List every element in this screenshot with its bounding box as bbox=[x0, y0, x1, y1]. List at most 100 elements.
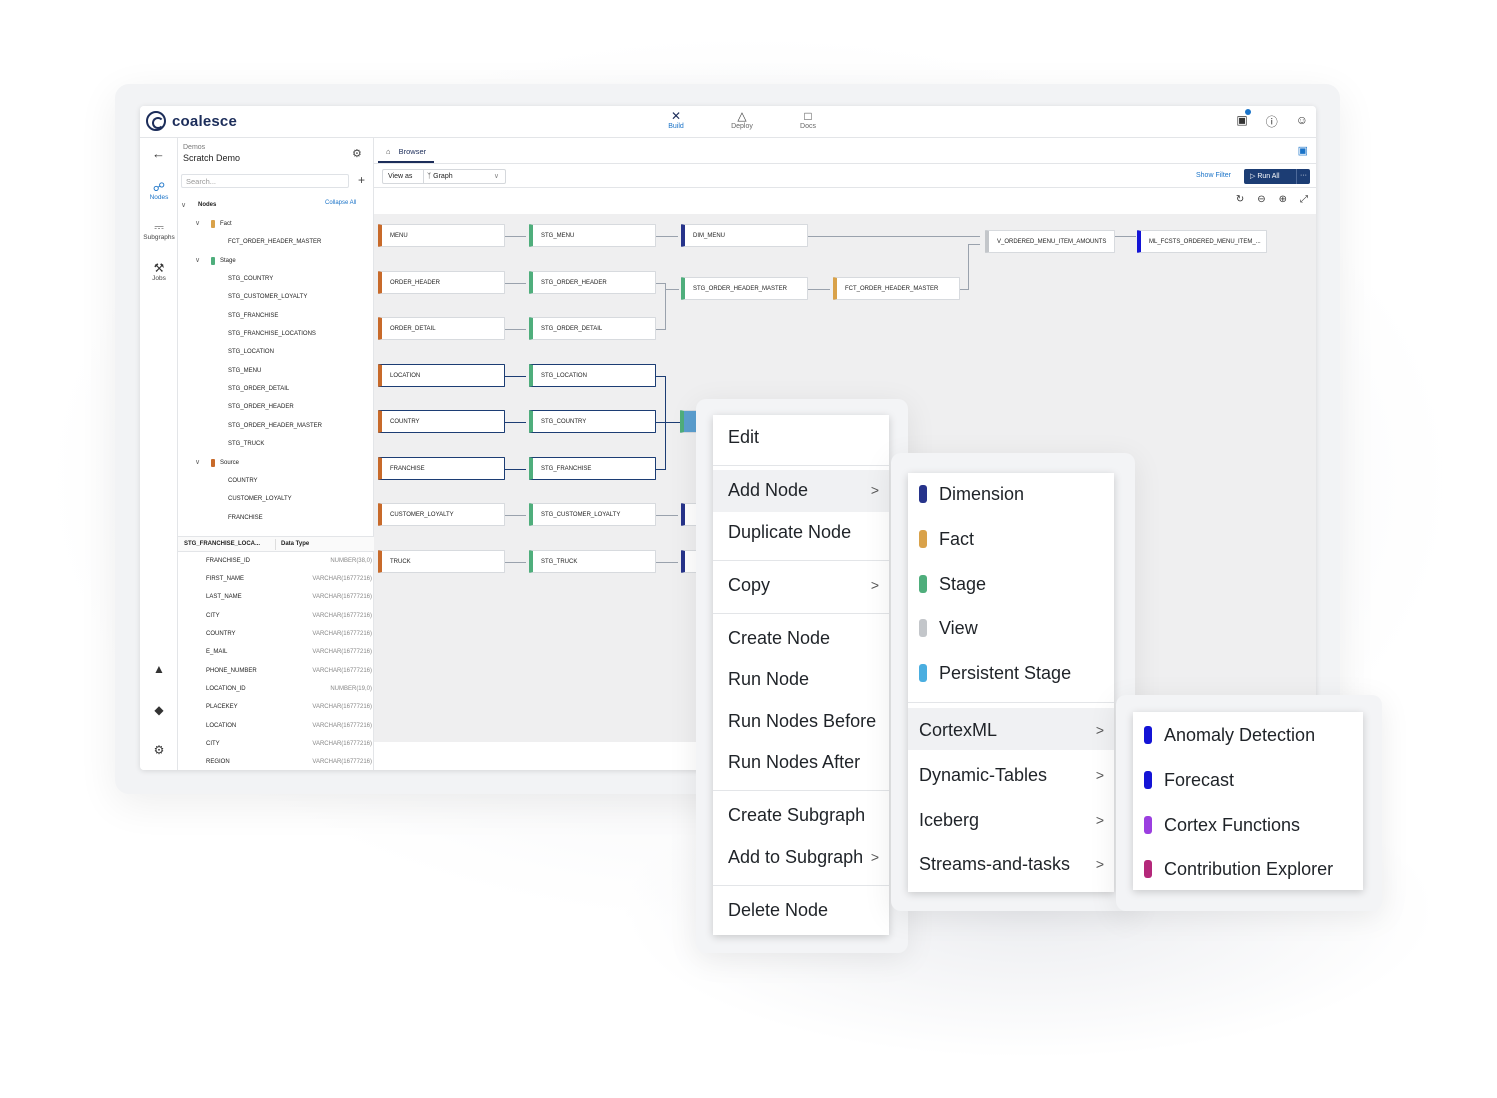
search-input[interactable]: Search... bbox=[181, 174, 349, 188]
graph-node[interactable]: STG_ORDER_HEADER_MASTER bbox=[681, 277, 808, 300]
chevron-down-icon[interactable]: ∨ bbox=[195, 219, 200, 227]
menu-item-edit[interactable]: Edit bbox=[713, 427, 889, 448]
column-row[interactable]: LAST_NAME VARCHAR(16777216) bbox=[178, 589, 374, 607]
node-type-fact[interactable]: Fact bbox=[908, 529, 1114, 550]
cortex-item-contribution-explorer[interactable]: Contribution Explorer bbox=[1133, 859, 1363, 880]
tree-item[interactable]: STG_TRUCK bbox=[228, 441, 264, 447]
graph-node-selected[interactable]: STG_COUNTRY bbox=[529, 410, 656, 433]
show-filter-link[interactable]: Show Filter bbox=[1196, 172, 1231, 179]
graph-node-selected[interactable]: COUNTRY bbox=[378, 410, 505, 433]
graph-node[interactable]: STG_CUSTOMER_LOYALTY bbox=[529, 503, 656, 526]
graph-node[interactable]: TRUCK bbox=[378, 550, 505, 573]
menu-item-add-node[interactable]: Add Node > bbox=[713, 470, 889, 512]
column-row[interactable]: FRANCHISE_ID NUMBER(38,0) bbox=[178, 553, 374, 571]
graph-node-selected[interactable]: LOCATION bbox=[378, 364, 505, 387]
graph-node[interactable]: DIM_MENU bbox=[681, 224, 808, 247]
tree-item[interactable]: STG_ORDER_HEADER bbox=[228, 404, 294, 410]
column-row[interactable]: E_MAIL VARCHAR(16777216) bbox=[178, 644, 374, 662]
menu-item-create-subgraph[interactable]: Create Subgraph bbox=[713, 805, 889, 826]
cortex-item-anomaly-detection[interactable]: Anomaly Detection bbox=[1133, 725, 1363, 746]
nav-build[interactable]: ✕ Build bbox=[660, 109, 692, 130]
graph-node-selected[interactable]: FRANCHISE bbox=[378, 457, 505, 480]
zoom-out-icon[interactable]: ⊖ bbox=[1257, 194, 1265, 205]
column-row[interactable]: REGION VARCHAR(16777216) bbox=[178, 754, 374, 770]
menu-item-run-node[interactable]: Run Node bbox=[713, 669, 889, 690]
run-all-button[interactable]: ▷ Run All ··· bbox=[1244, 169, 1310, 184]
rail-settings[interactable]: ⚙ bbox=[140, 743, 178, 757]
column-row[interactable]: COUNTRY VARCHAR(16777216) bbox=[178, 626, 374, 644]
rail-jobs[interactable]: ⚒ Jobs bbox=[140, 261, 178, 282]
graph-node[interactable]: STG_ORDER_HEADER bbox=[529, 271, 656, 294]
graph-node[interactable]: ORDER_DETAIL bbox=[378, 317, 505, 340]
chevron-down-icon[interactable]: ∨ bbox=[181, 201, 186, 209]
node-type-dimension[interactable]: Dimension bbox=[908, 484, 1114, 505]
tree-group-source[interactable]: Source bbox=[220, 460, 239, 466]
user-icon[interactable]: ☺ bbox=[1296, 113, 1308, 130]
graph-node[interactable]: V_ORDERED_MENU_ITEM_AMOUNTS bbox=[985, 230, 1115, 253]
graph-node[interactable]: FCT_ORDER_HEADER_MASTER bbox=[833, 277, 960, 300]
nav-deploy[interactable]: △ Deploy bbox=[726, 109, 758, 130]
logo[interactable]: coalesce bbox=[146, 111, 237, 131]
view-as-select[interactable]: View as ᛉ Graph ∨ bbox=[382, 169, 506, 184]
node-type-view[interactable]: View bbox=[908, 618, 1114, 639]
tree-item[interactable]: CUSTOMER_LOYALTY bbox=[228, 496, 292, 502]
graph-node[interactable]: MENU bbox=[378, 224, 505, 247]
column-row[interactable]: CITY VARCHAR(16777216) bbox=[178, 736, 374, 754]
tree-item[interactable]: STG_FRANCHISE_LOCATIONS bbox=[228, 331, 316, 337]
package-dynamic-tables[interactable]: Dynamic-Tables > bbox=[908, 765, 1114, 786]
tree-group-fact[interactable]: Fact bbox=[220, 221, 232, 227]
tab-browser[interactable]: ⌂ Browser bbox=[378, 142, 435, 163]
menu-item-run-nodes-before[interactable]: Run Nodes Before bbox=[713, 711, 889, 732]
folder-search-icon[interactable]: ▣ bbox=[1298, 144, 1308, 157]
tree-item[interactable]: FCT_ORDER_HEADER_MASTER bbox=[228, 239, 321, 245]
data-type-header[interactable]: Data Type bbox=[281, 541, 309, 547]
zoom-in-icon[interactable]: ⊕ bbox=[1279, 194, 1287, 205]
tree-item[interactable]: STG_LOCATION bbox=[228, 349, 274, 355]
gift-icon[interactable]: ▣ bbox=[1236, 109, 1251, 130]
chevron-down-icon[interactable]: ∨ bbox=[195, 256, 200, 264]
tree-item[interactable]: STG_ORDER_DETAIL bbox=[228, 386, 289, 392]
menu-item-run-nodes-after[interactable]: Run Nodes After bbox=[713, 752, 889, 773]
graph-node[interactable]: CUSTOMER_LOYALTY bbox=[378, 503, 505, 526]
column-row[interactable]: PLACEKEY VARCHAR(16777216) bbox=[178, 699, 374, 717]
rail-git[interactable]: ◆ bbox=[140, 703, 178, 717]
nav-docs[interactable]: □ Docs bbox=[792, 109, 824, 130]
node-type-stage[interactable]: Stage bbox=[908, 574, 1114, 595]
chevron-down-icon[interactable]: ∨ bbox=[195, 458, 200, 466]
rail-nodes[interactable]: ☍ Nodes bbox=[140, 180, 178, 201]
header-divider[interactable] bbox=[275, 539, 276, 550]
run-all-more-button[interactable]: ··· bbox=[1296, 169, 1310, 184]
gear-icon[interactable]: ⚙ bbox=[352, 147, 362, 160]
column-row[interactable]: PHONE_NUMBER VARCHAR(16777216) bbox=[178, 663, 374, 681]
menu-item-duplicate-node[interactable]: Duplicate Node bbox=[713, 522, 889, 543]
node-type-persistent-stage[interactable]: Persistent Stage bbox=[908, 663, 1114, 684]
tree-item[interactable]: FRANCHISE bbox=[228, 515, 263, 521]
add-icon[interactable]: + bbox=[358, 173, 365, 187]
menu-item-add-to-subgraph[interactable]: Add to Subgraph > bbox=[713, 847, 889, 868]
graph-node-selected[interactable]: STG_LOCATION bbox=[529, 364, 656, 387]
menu-item-copy[interactable]: Copy > bbox=[713, 575, 889, 596]
tree-item[interactable]: STG_COUNTRY bbox=[228, 276, 273, 282]
cortex-item-forecast[interactable]: Forecast bbox=[1133, 770, 1363, 791]
menu-item-delete-node[interactable]: Delete Node bbox=[713, 900, 889, 921]
tree-item[interactable]: COUNTRY bbox=[228, 478, 258, 484]
graph-node[interactable]: ORDER_HEADER bbox=[378, 271, 505, 294]
package-iceberg[interactable]: Iceberg > bbox=[908, 810, 1114, 831]
package-cortexml[interactable]: CortexML > bbox=[908, 708, 1114, 750]
tree-item[interactable]: STG_FRANCHISE bbox=[228, 313, 278, 319]
cortex-item-cortex-functions[interactable]: Cortex Functions bbox=[1133, 815, 1363, 836]
column-row[interactable]: LOCATION_ID NUMBER(19,0) bbox=[178, 681, 374, 699]
tree-item[interactable]: STG_CUSTOMER_LOYALTY bbox=[228, 294, 307, 300]
graph-node-selected[interactable]: STG_FRANCHISE bbox=[529, 457, 656, 480]
package-streams-and-tasks[interactable]: Streams-and-tasks > bbox=[908, 854, 1114, 875]
fit-screen-icon[interactable]: ⤢ bbox=[1300, 194, 1308, 205]
menu-item-create-node[interactable]: Create Node bbox=[713, 628, 889, 649]
tree-root[interactable]: Nodes bbox=[198, 202, 216, 208]
tree-item[interactable]: STG_MENU bbox=[228, 368, 261, 374]
graph-node[interactable]: ML_FCSTS_ORDERED_MENU_ITEM_... bbox=[1137, 230, 1267, 253]
graph-node[interactable]: STG_MENU bbox=[529, 224, 656, 247]
graph-node[interactable]: STG_ORDER_DETAIL bbox=[529, 317, 656, 340]
back-arrow-icon[interactable]: ← bbox=[152, 146, 165, 161]
collapse-all-link[interactable]: Collapse All bbox=[325, 200, 356, 206]
rail-warnings[interactable]: ▲ bbox=[140, 662, 178, 676]
